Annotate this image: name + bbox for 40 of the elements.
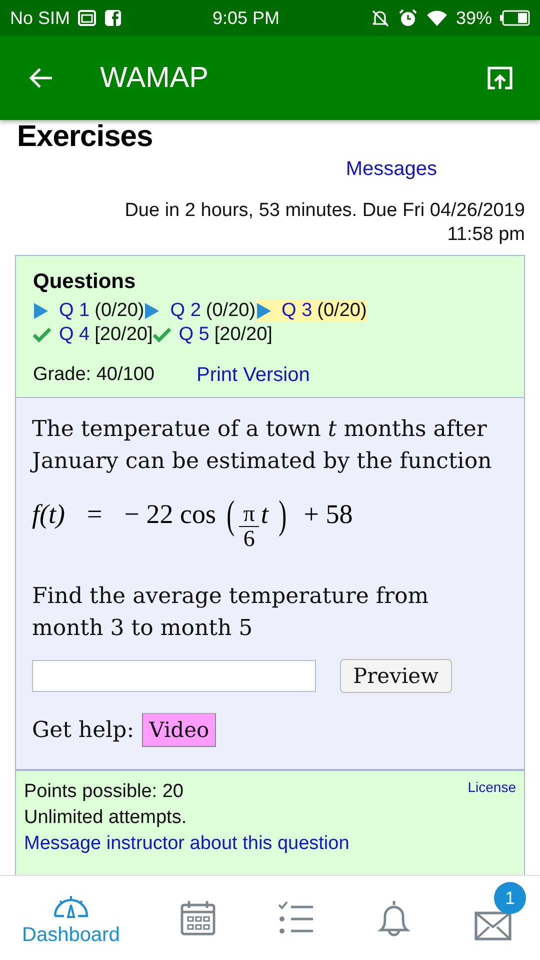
print-version-link[interactable]: Print Version — [196, 364, 310, 387]
question-item[interactable]: Q 4 [20/20] — [33, 324, 153, 346]
carrier-label: No SIM — [10, 8, 70, 28]
app-title: WAMAP — [100, 62, 208, 94]
muted-bell-icon — [370, 8, 390, 28]
page-heading: Exercises — [17, 120, 154, 154]
question-prompt: Find the average temperature from month 3 to month 5 — [32, 583, 430, 643]
due-date-text: Due in 2 hours, 53 minutes. Due Fri 04/26/2019 11:58 pm — [124, 199, 525, 247]
battery-icon — [500, 10, 530, 26]
nav-tab[interactable]: 1 — [470, 876, 526, 960]
notification-badge: 1 — [494, 882, 526, 914]
wifi-icon — [426, 9, 448, 27]
alarm-icon — [398, 8, 418, 28]
nav-tab[interactable]: Dashboard — [18, 876, 124, 960]
checkmark-icon — [152, 326, 171, 344]
video-button[interactable]: Video — [142, 713, 216, 747]
attempts-text: Unlimited attempts. — [24, 806, 188, 830]
question-item[interactable]: Q 3 (0/20) — [256, 300, 367, 322]
open-external-icon — [486, 65, 514, 91]
calendar-icon — [180, 900, 216, 936]
back-arrow-icon — [28, 66, 54, 90]
clock-time: 9:05 PM — [212, 8, 280, 28]
preview-button[interactable]: Preview — [340, 659, 452, 693]
social-app-icon — [104, 9, 122, 27]
checkmark-icon — [33, 326, 51, 344]
envelope-icon — [474, 911, 512, 941]
question-text: The temperatue of a town t months after January can be estimated by the function — [32, 416, 493, 476]
points-text: Points possible: 20 — [24, 780, 184, 804]
question-item[interactable]: Q 1 (0/20) — [33, 300, 144, 322]
answer-field[interactable] — [32, 660, 316, 692]
help-label: Get help: — [32, 718, 134, 742]
message-instructor-link[interactable]: Message instructor about this question — [24, 831, 350, 857]
battery-percent: 39% — [456, 8, 492, 28]
license-link[interactable]: License — [468, 779, 516, 857]
question-item[interactable]: Q 2 (0/20) — [144, 300, 256, 322]
questions-title: Questions — [33, 270, 137, 294]
question-item[interactable]: Q 5 [20/20] — [152, 324, 272, 346]
grade-text: Grade: 40/100 — [33, 364, 154, 387]
messages-link[interactable]: Messages — [346, 158, 437, 181]
checklist-icon — [276, 901, 315, 935]
